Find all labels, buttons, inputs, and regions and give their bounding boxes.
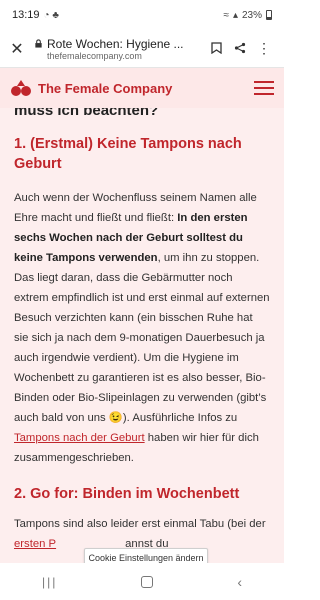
close-icon[interactable]: ✕ xyxy=(8,39,26,59)
section-heading-2: 2. Go for: Binden im Wochenbett xyxy=(14,486,240,502)
hamburger-menu-icon[interactable] xyxy=(254,81,274,95)
status-time: 13:19 xyxy=(12,9,40,21)
wink-emoji: 😉 xyxy=(108,412,123,424)
home-icon[interactable] xyxy=(141,575,154,588)
status-right: ≈ ▴ 23% xyxy=(223,10,272,21)
site-header: The Female Company xyxy=(0,68,284,108)
signal-icon: ▴ xyxy=(232,9,238,21)
article-paragraph-1: Auch wenn der Wochenfluss seinem Namen a… xyxy=(14,192,270,464)
back-icon[interactable]: ‹ xyxy=(237,574,242,590)
share-icon[interactable] xyxy=(228,41,252,57)
partial-section-heading: muss ich beachten? xyxy=(14,108,159,119)
notification-icons: ◔ ♣ xyxy=(43,9,59,21)
battery-icon xyxy=(266,10,272,20)
page-title-row: Rote Wochen: Hygiene ... xyxy=(34,37,204,51)
android-nav-bar: ||| ‹ xyxy=(0,563,284,600)
page-domain: thefemalecompany.com xyxy=(47,50,142,61)
brand-logo-icon[interactable] xyxy=(10,79,32,97)
bookmark-icon[interactable] xyxy=(204,41,228,57)
link-ersten-periode[interactable]: ersten P xyxy=(14,538,56,550)
article-content: muss ich beachten? 1. (Erstmal) Keine Ta… xyxy=(0,108,284,563)
browser-toolbar: ✕ Rote Wochen: Hygiene ... thefemalecomp… xyxy=(0,30,284,68)
lock-icon xyxy=(35,39,42,48)
page-title: Rote Wochen: Hygiene ... xyxy=(47,36,184,51)
recent-apps-icon[interactable]: ||| xyxy=(42,575,57,589)
more-vert-icon[interactable]: ⋮ xyxy=(252,40,276,57)
url-bar[interactable]: Rote Wochen: Hygiene ... thefemalecompan… xyxy=(34,37,204,61)
section-heading-1: 1. (Erstmal) Keine Tampons nach Geburt xyxy=(14,136,242,172)
brand-name[interactable]: The Female Company xyxy=(38,81,172,96)
status-bar: 13:19 ◔ ♣ ≈ ▴ 23% xyxy=(0,0,284,30)
wifi-icon: ≈ xyxy=(223,9,229,21)
battery-percent: 23% xyxy=(241,9,262,21)
link-tampons-nach-geburt[interactable]: Tampons nach der Geburt xyxy=(14,432,145,444)
